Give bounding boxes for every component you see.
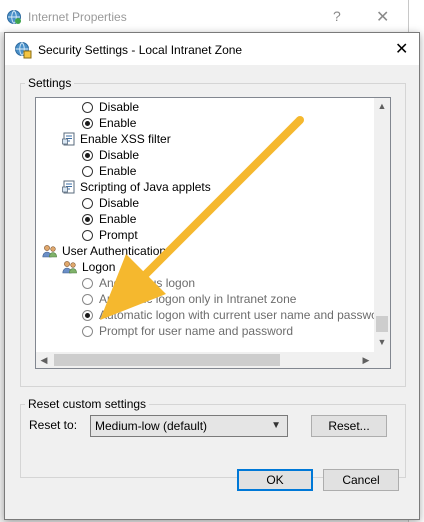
dialog-titlebar: Security Settings - Local Intranet Zone … xyxy=(5,33,419,65)
vertical-scroll-thumb[interactable] xyxy=(376,316,388,332)
radio-checked-icon[interactable] xyxy=(82,214,93,225)
scroll-left-arrow-icon[interactable]: ◀ xyxy=(36,352,52,368)
parent-close-button[interactable]: ✕ xyxy=(376,7,389,27)
settings-item-label: Prompt xyxy=(99,228,138,242)
cancel-button[interactable]: Cancel xyxy=(323,469,399,491)
radio-option[interactable]: Prompt xyxy=(82,227,138,243)
settings-group-label: Settings xyxy=(25,76,75,90)
settings-item-label: Enable XSS filter xyxy=(80,132,171,146)
parent-help-button[interactable]: ? xyxy=(333,8,341,24)
scroll-up-arrow-icon[interactable]: ▲ xyxy=(374,98,390,114)
radio-unchecked-icon[interactable] xyxy=(82,166,93,177)
settings-section-header: Scripting of Java applets xyxy=(62,179,211,195)
settings-item-label: Anonymous logon xyxy=(99,276,196,290)
settings-item-label: Enable xyxy=(99,164,137,178)
radio-option[interactable]: Anonymous logon xyxy=(82,275,195,291)
radio-checked-icon[interactable] xyxy=(82,310,93,321)
ok-button[interactable]: OK xyxy=(237,469,313,491)
dialog-close-button[interactable]: ✕ xyxy=(395,39,408,59)
settings-item-label: Disable xyxy=(99,100,140,114)
dialog-title: Security Settings - Local Intranet Zone xyxy=(38,43,243,57)
radio-unchecked-icon[interactable] xyxy=(82,230,93,241)
radio-option[interactable]: Automatic logon only in Intranet zone xyxy=(82,291,296,307)
vertical-scrollbar[interactable] xyxy=(374,98,390,352)
security-settings-icon xyxy=(14,41,32,62)
reset-level-select[interactable]: Medium-low (default) ▼ xyxy=(90,415,288,437)
scroll-down-arrow-icon[interactable]: ▼ xyxy=(374,334,390,350)
radio-option[interactable]: Enable xyxy=(82,115,136,131)
radio-option[interactable]: Automatic logon with current user name a… xyxy=(82,307,388,323)
scrollbar-corner xyxy=(374,352,390,368)
users-icon xyxy=(62,260,78,278)
radio-unchecked-icon[interactable] xyxy=(82,294,93,305)
users-icon xyxy=(42,244,58,262)
settings-item-label: Disable xyxy=(99,148,140,162)
parent-window-title: Internet Properties xyxy=(28,10,127,24)
radio-checked-icon[interactable] xyxy=(82,118,93,129)
reset-button[interactable]: Reset... xyxy=(311,415,387,437)
settings-item-label: Enable xyxy=(99,212,137,226)
settings-category: User Authentication xyxy=(42,243,166,259)
horizontal-scroll-thumb[interactable] xyxy=(54,354,280,366)
settings-item-label: Automatic logon only in Intranet zone xyxy=(99,292,297,306)
settings-page-icon xyxy=(62,132,76,150)
radio-option[interactable]: Enable xyxy=(82,163,136,179)
settings-item-label: Disable xyxy=(99,196,140,210)
radio-option[interactable]: Disable xyxy=(82,147,139,163)
settings-item-label: Enable xyxy=(99,116,137,130)
radio-unchecked-icon[interactable] xyxy=(82,326,93,337)
radio-option[interactable]: Disable xyxy=(82,99,139,115)
radio-option[interactable]: Enable xyxy=(82,211,136,227)
settings-item-label: User Authentication xyxy=(62,244,167,258)
reset-group-label: Reset custom settings xyxy=(25,397,150,411)
reset-to-label: Reset to: xyxy=(29,418,78,432)
radio-checked-icon[interactable] xyxy=(82,150,93,161)
radio-unchecked-icon[interactable] xyxy=(82,102,93,113)
settings-section-header: Logon xyxy=(62,259,115,275)
radio-option[interactable]: Prompt for user name and password xyxy=(82,323,293,339)
reset-level-value: Medium-low (default) xyxy=(95,419,208,433)
internet-globe-icon xyxy=(6,9,22,28)
settings-listbox[interactable]: Disable Enable Enable XSS filter Disable Ena… xyxy=(35,97,391,369)
settings-item-label: Automatic logon with current user name a… xyxy=(99,308,389,322)
settings-item-label: Scripting of Java applets xyxy=(80,180,211,194)
settings-item-label: Logon xyxy=(82,260,116,274)
settings-item-label: Prompt for user name and password xyxy=(99,324,294,338)
radio-option[interactable]: Disable xyxy=(82,195,139,211)
radio-unchecked-icon[interactable] xyxy=(82,198,93,209)
settings-section-header: Enable XSS filter xyxy=(62,131,171,147)
chevron-down-icon: ▼ xyxy=(271,420,281,431)
security-settings-dialog: Security Settings - Local Intranet Zone … xyxy=(4,32,420,520)
settings-page-icon xyxy=(62,180,76,198)
radio-unchecked-icon[interactable] xyxy=(82,278,93,289)
parent-titlebar: Internet Properties ? ✕ xyxy=(0,0,408,32)
scroll-right-arrow-icon[interactable]: ▶ xyxy=(358,352,374,368)
